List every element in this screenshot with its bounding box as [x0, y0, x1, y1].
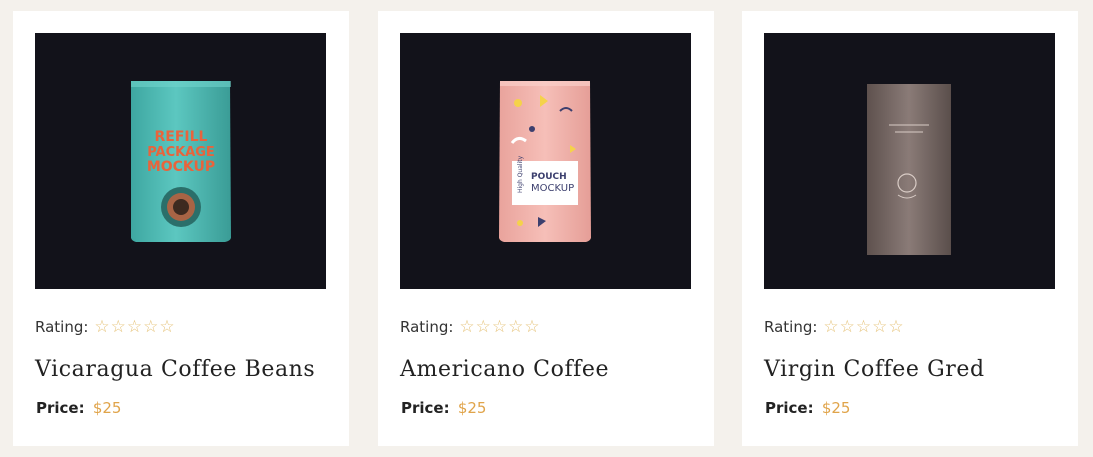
- star-outline-icon[interactable]: ☆: [127, 318, 142, 336]
- rating-label: Rating:: [35, 318, 89, 336]
- product-rating: Rating: ☆ ☆ ☆ ☆ ☆: [764, 318, 905, 336]
- price-value: $25: [92, 399, 122, 417]
- product-card[interactable]: REFILL PACKAGE MOCKUP Rating: ☆ ☆ ☆ ☆ ☆ …: [13, 11, 349, 446]
- dark-coffee-bag-image: [867, 84, 951, 255]
- bag-text-1: REFILL: [155, 129, 208, 145]
- star-outline-icon[interactable]: ☆: [143, 318, 158, 336]
- star-outline-icon[interactable]: ☆: [508, 318, 523, 336]
- star-outline-icon[interactable]: ☆: [476, 318, 491, 336]
- star-outline-icon[interactable]: ☆: [159, 318, 174, 336]
- price-label: Price:: [765, 399, 814, 417]
- price-label: Price:: [36, 399, 85, 417]
- star-outline-icon[interactable]: ☆: [524, 318, 539, 336]
- product-title[interactable]: Virgin Coffee Gred: [764, 357, 985, 382]
- star-outline-icon[interactable]: ☆: [459, 318, 474, 336]
- star-outline-icon[interactable]: ☆: [492, 318, 507, 336]
- price-value: $25: [457, 399, 487, 417]
- rating-label: Rating:: [400, 318, 454, 336]
- star-outline-icon[interactable]: ☆: [94, 318, 109, 336]
- pouch-mockup-image: High Quality POUCH MOCKUP: [499, 81, 591, 242]
- product-image[interactable]: High Quality POUCH MOCKUP: [400, 33, 691, 289]
- product-title[interactable]: Americano Coffee: [400, 357, 609, 382]
- star-outline-icon[interactable]: ☆: [840, 318, 855, 336]
- product-price: Price: $25: [36, 399, 121, 417]
- product-price: Price: $25: [765, 399, 850, 417]
- product-price: Price: $25: [401, 399, 486, 417]
- bag-text-2: PACKAGE: [147, 145, 215, 160]
- product-image[interactable]: [764, 33, 1055, 289]
- rating-label: Rating:: [764, 318, 818, 336]
- star-outline-icon[interactable]: ☆: [823, 318, 838, 336]
- star-outline-icon[interactable]: ☆: [888, 318, 903, 336]
- bag-text-3: MOCKUP: [147, 159, 215, 175]
- product-image[interactable]: REFILL PACKAGE MOCKUP: [35, 33, 326, 289]
- product-rating: Rating: ☆ ☆ ☆ ☆ ☆: [400, 318, 541, 336]
- product-card[interactable]: Rating: ☆ ☆ ☆ ☆ ☆ Virgin Coffee Gred Pri…: [742, 11, 1078, 446]
- product-rating: Rating: ☆ ☆ ☆ ☆ ☆: [35, 318, 176, 336]
- product-card[interactable]: High Quality POUCH MOCKUP Rating: ☆ ☆ ☆ …: [378, 11, 714, 446]
- product-title[interactable]: Vicaragua Coffee Beans: [35, 357, 315, 382]
- price-label: Price:: [401, 399, 450, 417]
- price-value: $25: [821, 399, 851, 417]
- star-outline-icon[interactable]: ☆: [111, 318, 126, 336]
- star-outline-icon[interactable]: ☆: [872, 318, 887, 336]
- bag-text-2: MOCKUP: [531, 183, 574, 194]
- refill-package-mockup-image: REFILL PACKAGE MOCKUP: [131, 81, 231, 242]
- bag-text-1: POUCH: [531, 172, 567, 182]
- side-text: High Quality: [517, 155, 524, 193]
- star-outline-icon[interactable]: ☆: [856, 318, 871, 336]
